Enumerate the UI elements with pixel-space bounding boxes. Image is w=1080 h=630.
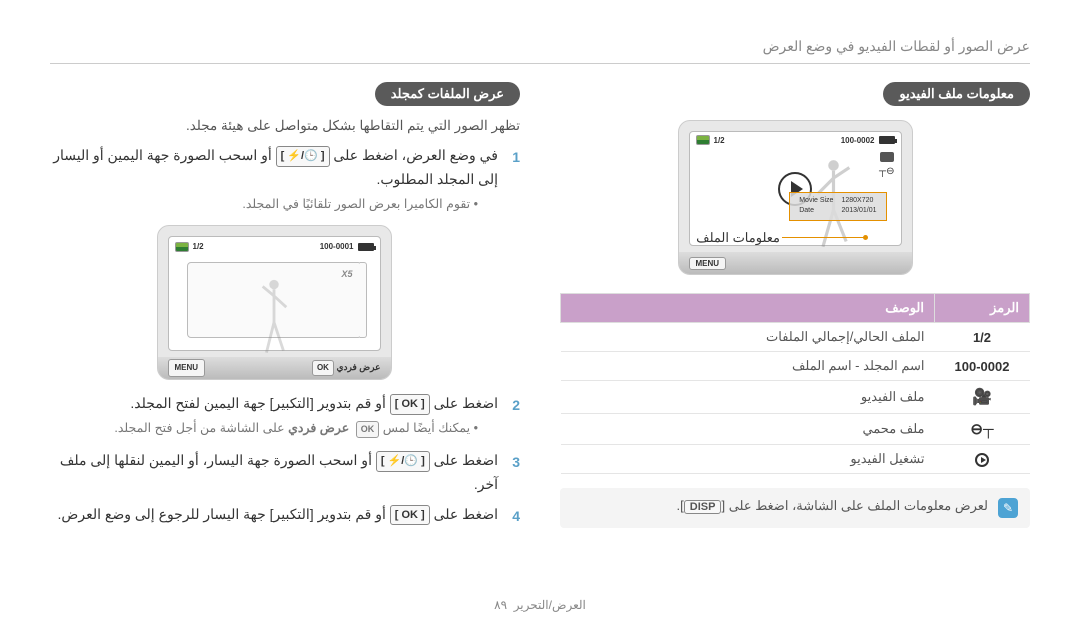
- step-2: اضغط على [ OK ] أو قم بتدوير [التكبير] ج…: [50, 392, 520, 439]
- page-title: عرض الصور أو لقطات الفيديو في وضع العرض: [50, 38, 1030, 55]
- section-heading-video: معلومات ملف الفيديو: [883, 82, 1030, 106]
- screen-filename: 100-0002: [841, 136, 875, 145]
- video-icon: [880, 152, 894, 162]
- table-row: 1/2 الملف الحالي/إجمالي الملفات: [561, 323, 1030, 352]
- column-video-info: معلومات ملف الفيديو 1/2 100-0002: [560, 82, 1030, 533]
- folder-intro: تظهر الصور التي يتم التقاطها بشكل متواصل…: [50, 116, 520, 136]
- battery-icon: [879, 136, 895, 144]
- callout-dot: [863, 235, 868, 240]
- figure-silhouette: [254, 277, 294, 362]
- lock-icon: ⊖┬: [879, 166, 894, 177]
- menu-button[interactable]: MENU: [689, 257, 727, 270]
- table-row: ⊖┬ ملف محمي: [561, 414, 1030, 445]
- ok-button[interactable]: OK: [312, 360, 334, 376]
- callout-file-info: معلومات الملف: [696, 230, 780, 246]
- photo-icon: [175, 242, 189, 252]
- step-1: في وضع العرض، اضغط على [ ⚡/🕒 ] أو اسحب ا…: [50, 144, 520, 380]
- ok-key: [ OK ]: [390, 505, 430, 526]
- section-heading-folder: عرض الملفات كمجلد: [375, 82, 520, 106]
- folder-screen-mock: 1/2 100-0001 X5: [157, 225, 392, 380]
- steps-list: في وضع العرض، اضغط على [ ⚡/🕒 ] أو اسحب ا…: [50, 144, 520, 526]
- ok-key: [ OK ]: [390, 394, 430, 415]
- column-folder-view: عرض الملفات كمجلد تظهر الصور التي يتم ال…: [50, 82, 520, 533]
- screen-filename: 100-0001: [320, 240, 354, 254]
- table-row: تشغيل الفيديو: [561, 445, 1030, 474]
- lock-icon: ⊖┬: [970, 421, 993, 438]
- step-3: اضغط على [ ⚡/🕒 ] أو اسحب الصورة جهة اليس…: [50, 449, 520, 497]
- step-4: اضغط على [ OK ] أو قم بتدوير [التكبير] ج…: [50, 503, 520, 527]
- page-footer: العرض/التحرير ٨٩: [0, 598, 1080, 612]
- x5-label: X5: [341, 267, 352, 282]
- step-note: يمكنك أيضًا لمس OK عرض فردي على الشاشة م…: [50, 418, 478, 439]
- file-info-overlay: Movie Size1280X720 Date2013/01/01: [789, 192, 886, 221]
- disp-button: DISP: [684, 500, 722, 514]
- video-screen-mock: 1/2 100-0002 ⊖┬: [678, 120, 913, 275]
- table-row: 🎥 ملف الفيديو: [561, 381, 1030, 414]
- table-header-icon: الرمز: [935, 294, 1030, 323]
- screen-counter: 1/2: [714, 136, 725, 145]
- note-box: ✎ لعرض معلومات الملف على الشاشة، اضغط عل…: [560, 488, 1030, 528]
- table-row: 100-0002 اسم المجلد - اسم الملف: [561, 352, 1030, 381]
- icon-description-table: الرمز الوصف 1/2 الملف الحالي/إجمالي المل…: [560, 293, 1030, 474]
- table-header-desc: الوصف: [561, 294, 935, 323]
- callout-line: [782, 237, 864, 238]
- note-icon: ✎: [998, 498, 1018, 518]
- flash-timer-key: [ ⚡/🕒 ]: [276, 146, 330, 167]
- camera-icon: 🎥: [972, 389, 992, 406]
- play-icon: [975, 453, 989, 467]
- menu-button[interactable]: MENU: [168, 359, 206, 377]
- folder-shape: X5: [187, 262, 362, 338]
- step-note: تقوم الكاميرا بعرض الصور تلقائيًا في الم…: [50, 194, 478, 215]
- battery-icon: [358, 243, 374, 251]
- page-header: عرض الصور أو لقطات الفيديو في وضع العرض: [50, 38, 1030, 64]
- screen-counter: 1/2: [193, 240, 204, 254]
- flash-timer-key: [ ⚡/🕒 ]: [376, 451, 430, 472]
- photo-icon: [696, 135, 710, 145]
